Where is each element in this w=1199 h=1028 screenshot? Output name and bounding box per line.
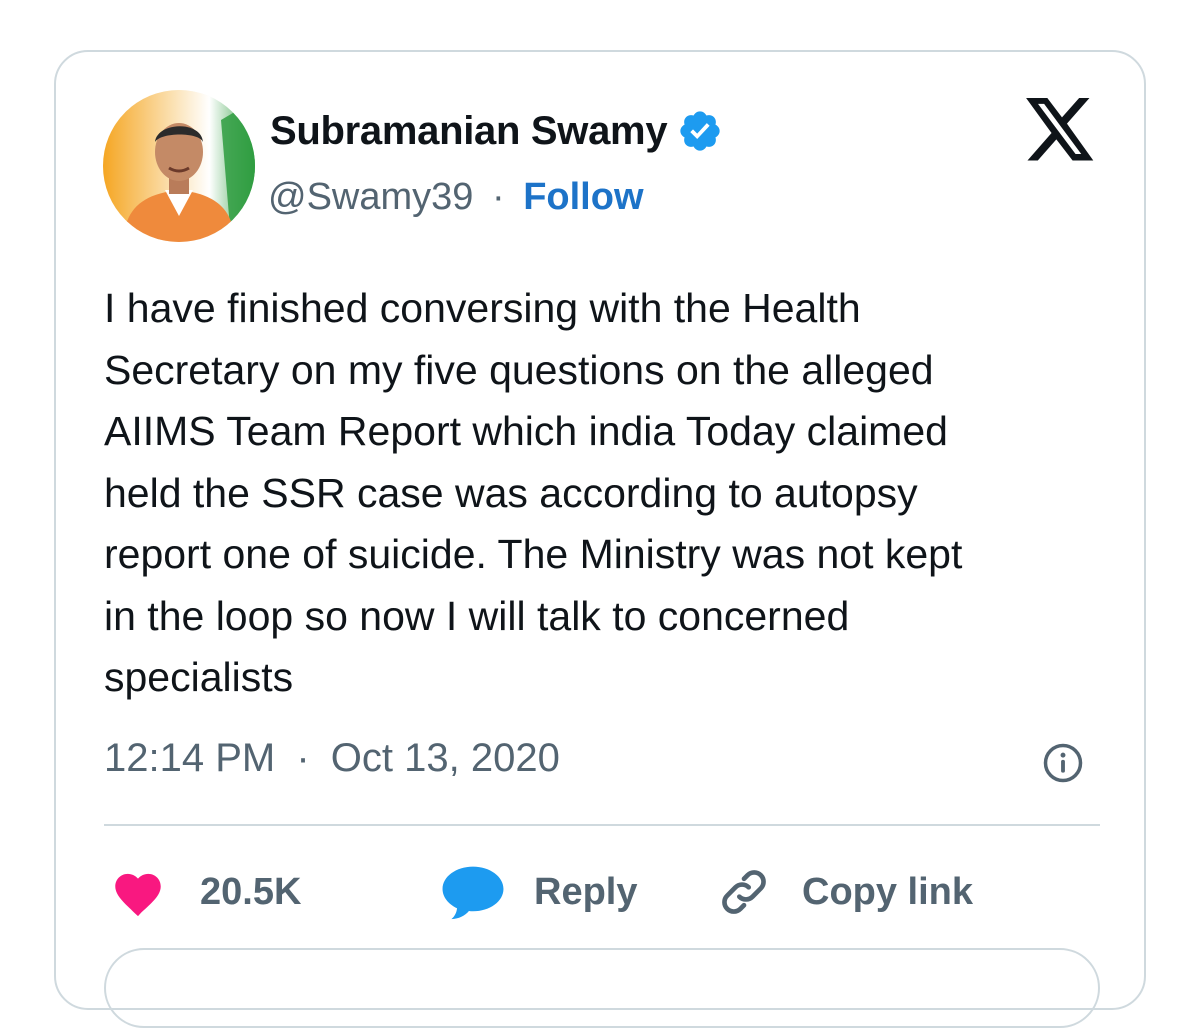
tweet-card: Subramanian Swamy @Swamy39 · Follow I ha… [54,50,1146,1028]
separator-dot: · [491,176,505,218]
avatar[interactable] [103,90,255,242]
reply-button[interactable]: Reply [440,864,716,920]
tweet-text: I have finished conversing with the Heal… [104,285,963,700]
action-bar: 20.5K Reply Copy link [110,862,973,922]
follow-button[interactable]: Follow [523,176,643,218]
copy-link-button[interactable]: Copy link [716,864,973,920]
reply-bubble-icon [442,866,504,920]
divider [104,824,1100,826]
author-handle[interactable]: @Swamy39 [268,176,473,218]
link-icon [722,870,766,914]
tweet-timestamp[interactable]: 12:14 PM · Oct 13, 2020 [104,736,560,781]
read-replies-button[interactable] [104,948,1100,1028]
reply-label: Reply [534,870,638,913]
tweet-date: Oct 13, 2020 [330,736,560,780]
author-name[interactable]: Subramanian Swamy [270,109,668,154]
tweet-time: 12:14 PM [104,736,276,780]
info-icon[interactable] [1042,742,1084,784]
x-logo-icon[interactable] [1026,98,1096,162]
like-button[interactable]: 20.5K [110,867,440,917]
separator-dot: · [296,736,310,780]
copy-link-label: Copy link [802,870,974,913]
like-count: 20.5K [200,870,302,913]
heart-icon [115,873,161,917]
verified-badge-icon [680,111,720,151]
handle-row: @Swamy39 · Follow [268,176,644,219]
author-name-row: Subramanian Swamy [270,108,723,154]
